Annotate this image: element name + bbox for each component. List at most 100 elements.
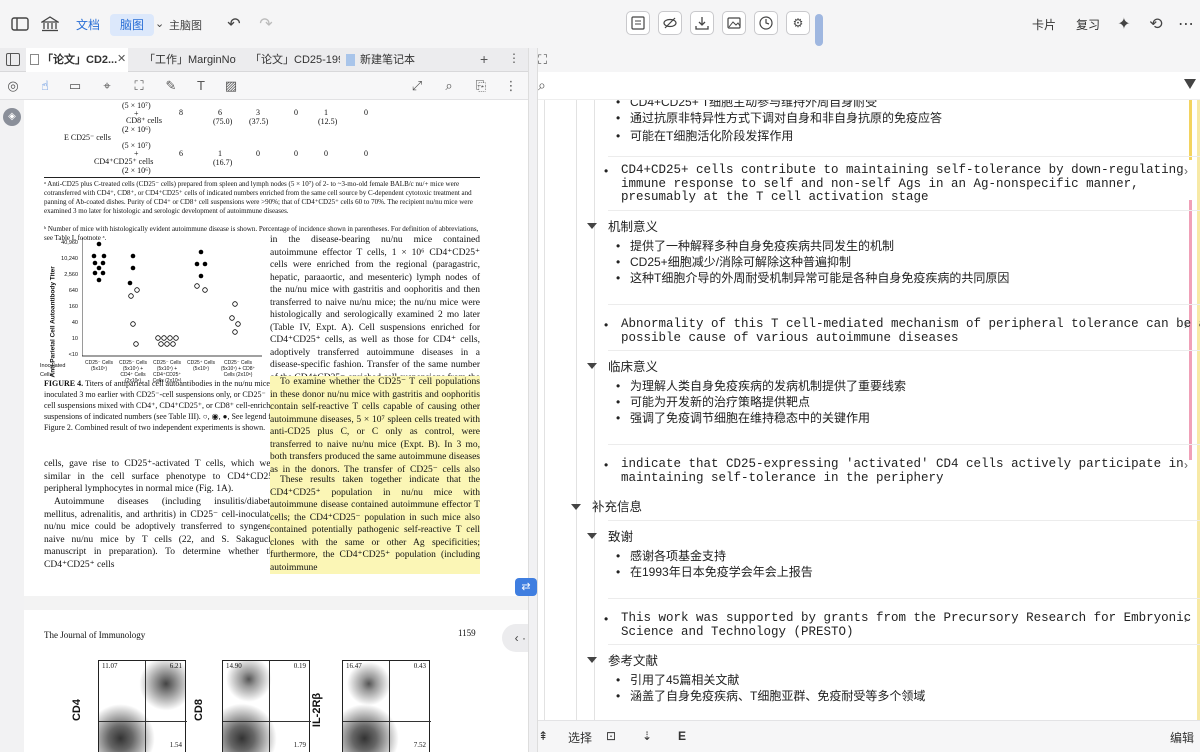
chart-marker <box>100 260 106 266</box>
chart-marker <box>127 280 133 286</box>
drag-handle[interactable] <box>815 14 823 46</box>
collapse-triangle-icon[interactable] <box>587 363 597 369</box>
ai-sparkle-icon[interactable]: ✦ <box>1114 14 1134 34</box>
chart-marker <box>91 253 97 259</box>
text-box-icon[interactable]: T <box>192 77 210 95</box>
expand-icon[interactable]: ⤢ <box>408 77 426 95</box>
image-icon[interactable] <box>722 11 746 35</box>
node-item[interactable]: 提供了一种解释多种自身免疫疾病共同发生的机制 <box>616 238 894 254</box>
collapse-triangle-icon[interactable] <box>571 504 581 510</box>
crop-icon[interactable]: ⛶ <box>130 77 148 95</box>
undo-icon[interactable]: ↶ <box>224 14 244 34</box>
node-item[interactable]: 涵盖了自身免疫疾病、T细胞亚群、免疫耐受等多个领域 <box>616 688 925 704</box>
settings-icon[interactable]: ⚙ <box>786 11 810 35</box>
node-item[interactable]: 可能在T细胞活化阶段发挥作用 <box>616 128 793 144</box>
excerpt-node[interactable]: Abnormality of this T cell-mediated mech… <box>621 317 1200 345</box>
node-item[interactable]: 可能为开发新的治疗策略提供靶点 <box>616 394 810 410</box>
body-paragraph: cells, gave rise to CD25⁺-activated T ce… <box>44 459 278 494</box>
format-icon[interactable]: E <box>678 729 686 743</box>
collapse-triangle-icon[interactable] <box>587 533 597 539</box>
chevron-right-icon[interactable]: › <box>1184 164 1188 178</box>
page-nav-pill[interactable]: ‹ · › <box>502 624 528 652</box>
download-icon[interactable] <box>690 11 714 35</box>
chevron-down-icon[interactable]: ⌄ <box>155 17 164 30</box>
node-item[interactable]: 为理解人类自身免疫疾病的发病机制提供了重要线索 <box>616 378 906 394</box>
chevron-right-icon[interactable]: › <box>1184 612 1188 626</box>
doc-tab-4[interactable]: 新建笔记本 <box>344 48 464 72</box>
highlighted-paragraph[interactable]: These results taken together indicate th… <box>270 474 480 574</box>
sort-icon[interactable]: ⇣ <box>642 729 652 743</box>
y-tick: 40 <box>71 320 78 326</box>
rect-select-icon[interactable]: ▭ <box>66 77 84 95</box>
doc-tab-2[interactable]: 「工作」MarginNote-... <box>134 48 236 72</box>
pen-icon[interactable]: ✎ <box>162 77 180 95</box>
tabs-overflow-icon[interactable]: ⋮ <box>508 51 520 65</box>
close-icon[interactable]: ✕ <box>117 52 126 65</box>
section-heading[interactable]: 参考文献 <box>608 650 658 669</box>
node-item[interactable]: CD4+CD25+ T细胞主动参与维持外周自身耐受 <box>616 100 877 110</box>
y-tick: 640 <box>68 288 78 294</box>
section-heading[interactable]: 机制意义 <box>608 216 658 235</box>
table-cell: 0 <box>256 149 260 158</box>
node-item[interactable]: 引用了45篇相关文献 <box>616 672 739 688</box>
image-insert-icon[interactable]: ▨ <box>222 77 240 95</box>
focus-icon[interactable]: ◎ <box>4 77 22 95</box>
clock-icon[interactable] <box>754 11 778 35</box>
section-heading[interactable]: 致谢 <box>608 526 633 545</box>
mindmap-bottom-bar: ⇞ 选择 ⊡ ⇣ E 编辑 <box>538 720 1200 752</box>
select-button[interactable]: 选择 <box>568 729 592 746</box>
tab-document[interactable]: 文档 <box>66 14 110 36</box>
outline-mode-icon[interactable] <box>626 11 650 35</box>
filter-icon[interactable] <box>1184 79 1196 89</box>
section-heading[interactable]: 临床意义 <box>608 356 658 375</box>
lasso-icon[interactable]: ⌖ <box>98 77 116 95</box>
node-item[interactable]: 这种T细胞介导的外周耐受机制异常可能是各种自身免疫疾病的共同原因 <box>616 270 1009 286</box>
page-separator <box>24 596 528 610</box>
review-button[interactable]: 复习 <box>1076 16 1100 33</box>
hide-icon[interactable] <box>658 11 682 35</box>
doc-tab-3[interactable]: 「论文」CD25-1995... <box>240 48 340 72</box>
add-tab-icon[interactable]: + <box>480 51 488 67</box>
sidebar-toggle-icon[interactable] <box>10 14 30 34</box>
doc-search-icon[interactable]: ⌕ <box>440 77 458 95</box>
excerpt-node[interactable]: CD4+CD25+ cells contribute to maintainin… <box>621 163 1184 205</box>
doc-more-icon[interactable]: ⋮ <box>502 77 520 95</box>
collapse-icon[interactable]: ⛶ <box>538 52 547 68</box>
bookmark-icon[interactable]: ⎘ <box>472 77 490 95</box>
library-icon[interactable] <box>40 14 60 34</box>
align-icon[interactable]: ⇞ <box>538 729 548 743</box>
node-item[interactable]: 通过抗原非特异性方式下调对自身和非自身抗原的免疫应答 <box>616 110 942 126</box>
collapse-triangle-icon[interactable] <box>587 223 597 229</box>
layers-icon[interactable]: ◈ <box>3 108 21 126</box>
lock-icon[interactable]: ⊡ <box>606 729 616 743</box>
flow-panel: CD4 11.07 6.21 1.54 <box>71 660 188 752</box>
chevron-right-icon[interactable]: › <box>1184 318 1188 332</box>
document-tab-bar: 「论文」CD2... ✕ 「工作」MarginNote-... 「论文」CD25… <box>0 48 528 72</box>
sync-icon[interactable]: ⟲ <box>1146 14 1166 34</box>
redo-icon[interactable]: ↷ <box>256 14 276 34</box>
separator <box>608 210 1200 211</box>
excerpt-node[interactable]: This work was supported by grants from t… <box>621 611 1191 639</box>
pointer-icon[interactable]: ☝ <box>36 77 54 95</box>
quadrant-value: 6.21 <box>169 662 182 670</box>
chart-marker <box>101 253 107 259</box>
split-divider[interactable]: ⇄ <box>515 48 538 752</box>
collapse-triangle-icon[interactable] <box>587 657 597 663</box>
table-cell: 0 <box>324 149 328 158</box>
doc-tab-1[interactable]: 「论文」CD2... <box>26 48 128 72</box>
window-split-icon[interactable] <box>6 53 20 71</box>
node-item[interactable]: 在1993年日本免疫学会年会上报告 <box>616 564 813 580</box>
edit-button[interactable]: 编辑 <box>1170 729 1194 746</box>
chevron-right-icon[interactable]: › <box>1184 458 1188 472</box>
node-item[interactable]: 感谢各项基金支持 <box>616 548 726 564</box>
section-heading[interactable]: 补充信息 <box>592 496 642 515</box>
node-item[interactable]: 强调了免疫调节细胞在维持稳态中的关键作用 <box>616 410 870 426</box>
card-button[interactable]: 卡片 <box>1032 16 1056 33</box>
swap-panes-icon[interactable]: ⇄ <box>515 578 537 596</box>
excerpt-node[interactable]: indicate that CD25-expressing 'activated… <box>621 457 1184 485</box>
search-icon[interactable]: ⌕ <box>538 77 546 94</box>
more-icon[interactable]: ⋯ <box>1176 14 1196 34</box>
node-item[interactable]: CD25+细胞减少/消除可解除这种普遍抑制 <box>616 254 851 270</box>
tab-mindmap[interactable]: 脑图 <box>110 14 155 36</box>
mindmap-selector[interactable]: 主脑图 <box>169 17 202 33</box>
